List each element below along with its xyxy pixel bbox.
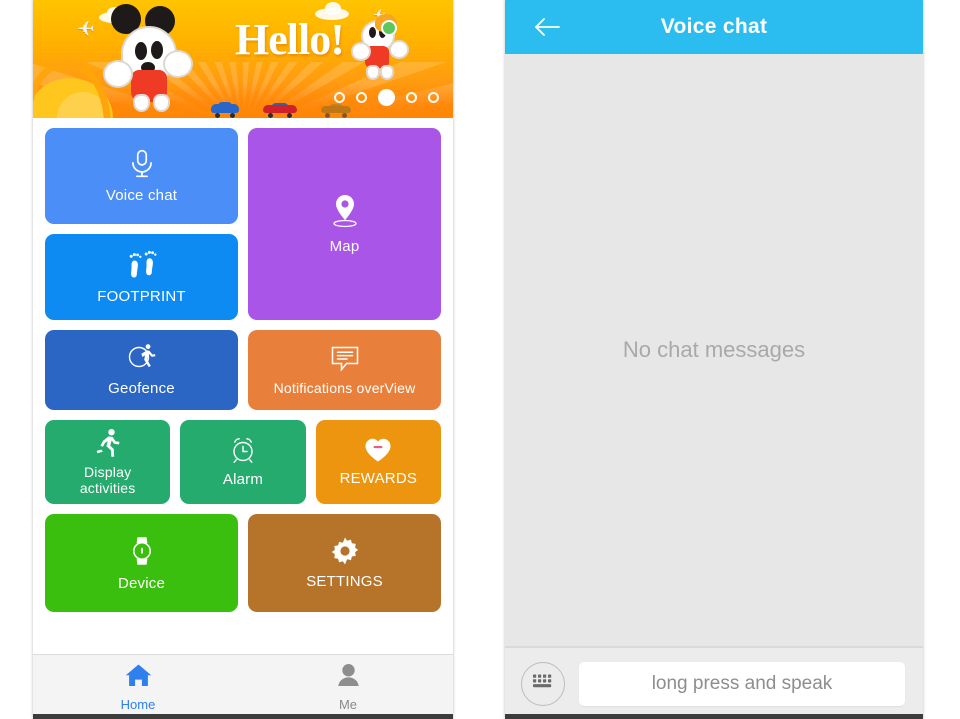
person-icon [335, 663, 362, 693]
geofence-icon [125, 342, 159, 374]
pager-dot[interactable] [428, 92, 439, 103]
tile-device[interactable]: Device [45, 514, 238, 612]
mascot-icon [103, 4, 201, 112]
tab-label-home: Home [120, 696, 156, 712]
arrow-left-icon[interactable] [533, 16, 561, 38]
runner-icon [94, 428, 122, 458]
feature-grid-row-three: Display activities Alarm REWARDS [45, 420, 441, 504]
chat-input-bar: long press and speak [505, 647, 923, 719]
pager-dot[interactable] [406, 92, 417, 103]
home-screen-panel: ✈ ✈ Hello! [33, 0, 453, 719]
chat-message-list: No chat messages [505, 54, 923, 647]
mascot-icon-small [351, 14, 409, 80]
tab-home[interactable]: Home [33, 655, 243, 719]
pager-dot[interactable] [356, 92, 367, 103]
keyboard-toggle-button[interactable] [521, 661, 565, 706]
heart-icon [363, 436, 393, 464]
home-banner[interactable]: ✈ ✈ Hello! [33, 0, 453, 118]
tile-label: Alarm [222, 471, 264, 489]
banner-greeting: Hello! [235, 15, 345, 64]
tile-footprint[interactable]: FOOTPRINT [45, 234, 238, 320]
tile-label: Display activities [79, 463, 136, 496]
tile-label: Voice chat [105, 187, 178, 205]
tile-label: Geofence [108, 380, 175, 398]
home-indicator-bar [505, 714, 923, 719]
microphone-icon [125, 147, 159, 181]
tile-label: SETTINGS [306, 573, 383, 591]
tile-rewards[interactable]: REWARDS [315, 420, 441, 504]
press-to-speak-button[interactable]: long press and speak [579, 661, 905, 706]
bottom-tab-bar: Home Me [33, 654, 453, 719]
tab-label-me: Me [338, 696, 358, 712]
tile-label: Notifications overView [273, 379, 416, 396]
tab-me[interactable]: Me [243, 655, 453, 719]
tile-voice-chat[interactable]: Voice chat [45, 128, 238, 224]
watch-icon [127, 533, 157, 569]
feature-grid: Voice chat FOOTPRINT Map Geofence Notifi… [45, 128, 441, 646]
car-icon [211, 102, 239, 118]
footprints-icon [124, 248, 160, 282]
tile-alarm[interactable]: Alarm [180, 420, 306, 504]
empty-state-text: No chat messages [622, 337, 806, 362]
screenshot-root: ✈ ✈ Hello! [0, 0, 960, 719]
tile-display-activities[interactable]: Display activities [45, 420, 171, 504]
alarm-clock-icon [228, 435, 258, 465]
tile-notifications-overview[interactable]: Notifications overView [248, 330, 441, 410]
car-icon [263, 102, 297, 118]
airplane-icon: ✈ [77, 18, 95, 41]
keyboard-icon [531, 672, 555, 695]
tile-label: Device [117, 575, 166, 593]
home-icon [125, 663, 152, 693]
tile-map[interactable]: Map [248, 128, 441, 320]
banner-pager[interactable] [334, 89, 439, 106]
tile-label: REWARDS [339, 470, 418, 488]
gear-icon [329, 535, 361, 567]
map-pin-icon [327, 192, 363, 232]
tile-label: Map [329, 238, 360, 256]
tile-label: FOOTPRINT [97, 288, 186, 306]
message-list-icon [328, 344, 362, 374]
pager-dot[interactable] [334, 92, 345, 103]
voice-chat-panel: Voice chat No chat messages long press a… [505, 0, 923, 719]
tile-geofence[interactable]: Geofence [45, 330, 238, 410]
home-indicator-bar [33, 714, 453, 719]
pager-dot-active[interactable] [378, 89, 395, 106]
page-title: Voice chat [660, 15, 768, 38]
feature-grid-wrapper: Voice chat FOOTPRINT Map Geofence Notifi… [33, 118, 453, 654]
tile-settings[interactable]: SETTINGS [248, 514, 441, 612]
voice-chat-navbar: Voice chat [505, 0, 923, 54]
